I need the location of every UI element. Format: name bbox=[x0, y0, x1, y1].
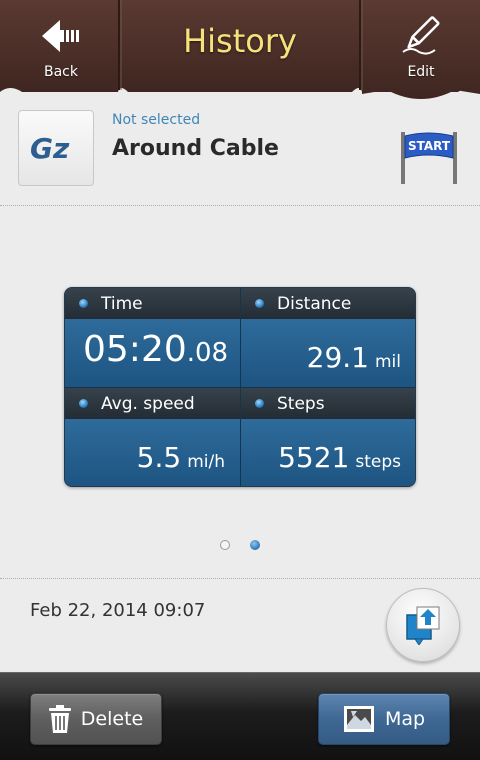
pencil-icon bbox=[399, 12, 443, 56]
stats-panel[interactable]: Time 05:20.08 Distance 29.1 mil Avg. spee… bbox=[64, 287, 416, 487]
gz-logo-icon: Gz bbox=[30, 132, 70, 165]
logo-text: Gz bbox=[30, 132, 70, 165]
distance-label: Distance bbox=[277, 293, 352, 314]
back-label: Back bbox=[44, 64, 78, 80]
back-arrow-icon bbox=[40, 16, 82, 56]
share-icon bbox=[405, 601, 441, 649]
start-flag-icon: START bbox=[398, 130, 460, 190]
bullet-icon bbox=[255, 399, 264, 408]
header-bar: Back History Edit bbox=[0, 0, 480, 106]
divider bbox=[0, 578, 480, 579]
route-name: Around Cable bbox=[112, 136, 279, 161]
edit-label: Edit bbox=[407, 64, 435, 80]
time-label: Time bbox=[101, 293, 143, 314]
distance-value: 29.1 mil bbox=[306, 341, 401, 374]
time-stat: Time 05:20.08 bbox=[65, 288, 241, 388]
back-button[interactable]: Back bbox=[2, 0, 120, 96]
time-value: 05:20.08 bbox=[83, 329, 229, 370]
avg-speed-stat: Avg. speed 5.5 mi/h bbox=[65, 388, 241, 486]
page-indicator-2[interactable] bbox=[250, 540, 260, 550]
avg-speed-value: 5.5 mi/h bbox=[136, 441, 225, 474]
map-label: Map bbox=[384, 708, 426, 730]
record-date: Feb 22, 2014 09:07 bbox=[30, 600, 206, 621]
divider bbox=[0, 205, 480, 206]
trash-icon bbox=[48, 705, 71, 733]
route-info: Gz Not selected Around Cable START bbox=[0, 104, 480, 204]
steps-label: Steps bbox=[277, 393, 325, 414]
bullet-icon bbox=[79, 399, 88, 408]
delete-button[interactable]: Delete bbox=[30, 693, 162, 745]
edit-button[interactable]: Edit bbox=[362, 0, 480, 96]
map-icon bbox=[343, 705, 375, 733]
start-flag-text: START bbox=[408, 139, 451, 153]
bullet-icon bbox=[79, 299, 88, 308]
bottom-toolbar: Delete Map bbox=[0, 672, 480, 760]
divider bbox=[65, 387, 415, 388]
steps-stat: Steps 5521 steps bbox=[241, 388, 415, 486]
avg-speed-label: Avg. speed bbox=[101, 393, 195, 414]
share-button[interactable] bbox=[386, 588, 460, 662]
delete-label: Delete bbox=[80, 708, 144, 730]
bullet-icon bbox=[255, 299, 264, 308]
page-indicator-1[interactable] bbox=[220, 540, 230, 550]
route-logo[interactable]: Gz bbox=[18, 110, 94, 186]
map-button[interactable]: Map bbox=[318, 693, 450, 745]
steps-value: 5521 steps bbox=[278, 441, 401, 474]
selection-status: Not selected bbox=[112, 112, 201, 128]
distance-stat: Distance 29.1 mil bbox=[241, 288, 415, 388]
page-title: History bbox=[183, 22, 297, 60]
